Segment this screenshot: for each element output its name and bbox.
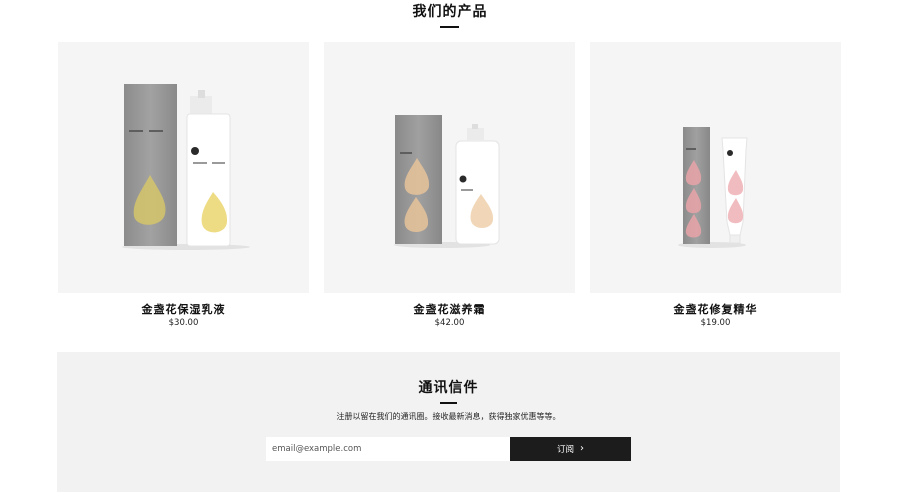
product-card-1[interactable]: [58, 42, 309, 293]
product-price-2: $42.00: [434, 318, 465, 328]
section-title: 我们的产品: [412, 4, 488, 20]
subscribe-button[interactable]: 订阅 ›: [510, 437, 631, 461]
product-card-2[interactable]: [324, 42, 575, 293]
product-image-serum: [678, 127, 748, 248]
product-name-3[interactable]: 金盏花修复精华: [590, 301, 841, 317]
product-price-3: $19.00: [700, 318, 731, 328]
chevron-right-icon: ›: [580, 443, 584, 454]
product-card-3[interactable]: [590, 42, 841, 293]
newsletter-title: 通讯信件: [418, 380, 479, 396]
newsletter-description: 注册以留在我们的通讯圈。接收最新消息，获得独家优惠等等。: [336, 412, 561, 421]
product-image-lotion: [122, 84, 250, 250]
product-name-1[interactable]: 金盏花保湿乳液: [58, 301, 309, 317]
product-image-cream: [394, 115, 500, 248]
newsletter-divider: [440, 402, 457, 404]
newsletter-section: 通讯信件 注册以留在我们的通讯圈。接收最新消息，获得独家优惠等等。 订阅 ›: [57, 352, 840, 492]
email-input[interactable]: [266, 437, 510, 461]
product-price-1: $30.00: [168, 318, 199, 328]
product-name-2[interactable]: 金盏花滋养霜: [324, 301, 575, 317]
subscribe-button-label: 订阅: [556, 445, 574, 455]
title-divider: [440, 26, 459, 28]
